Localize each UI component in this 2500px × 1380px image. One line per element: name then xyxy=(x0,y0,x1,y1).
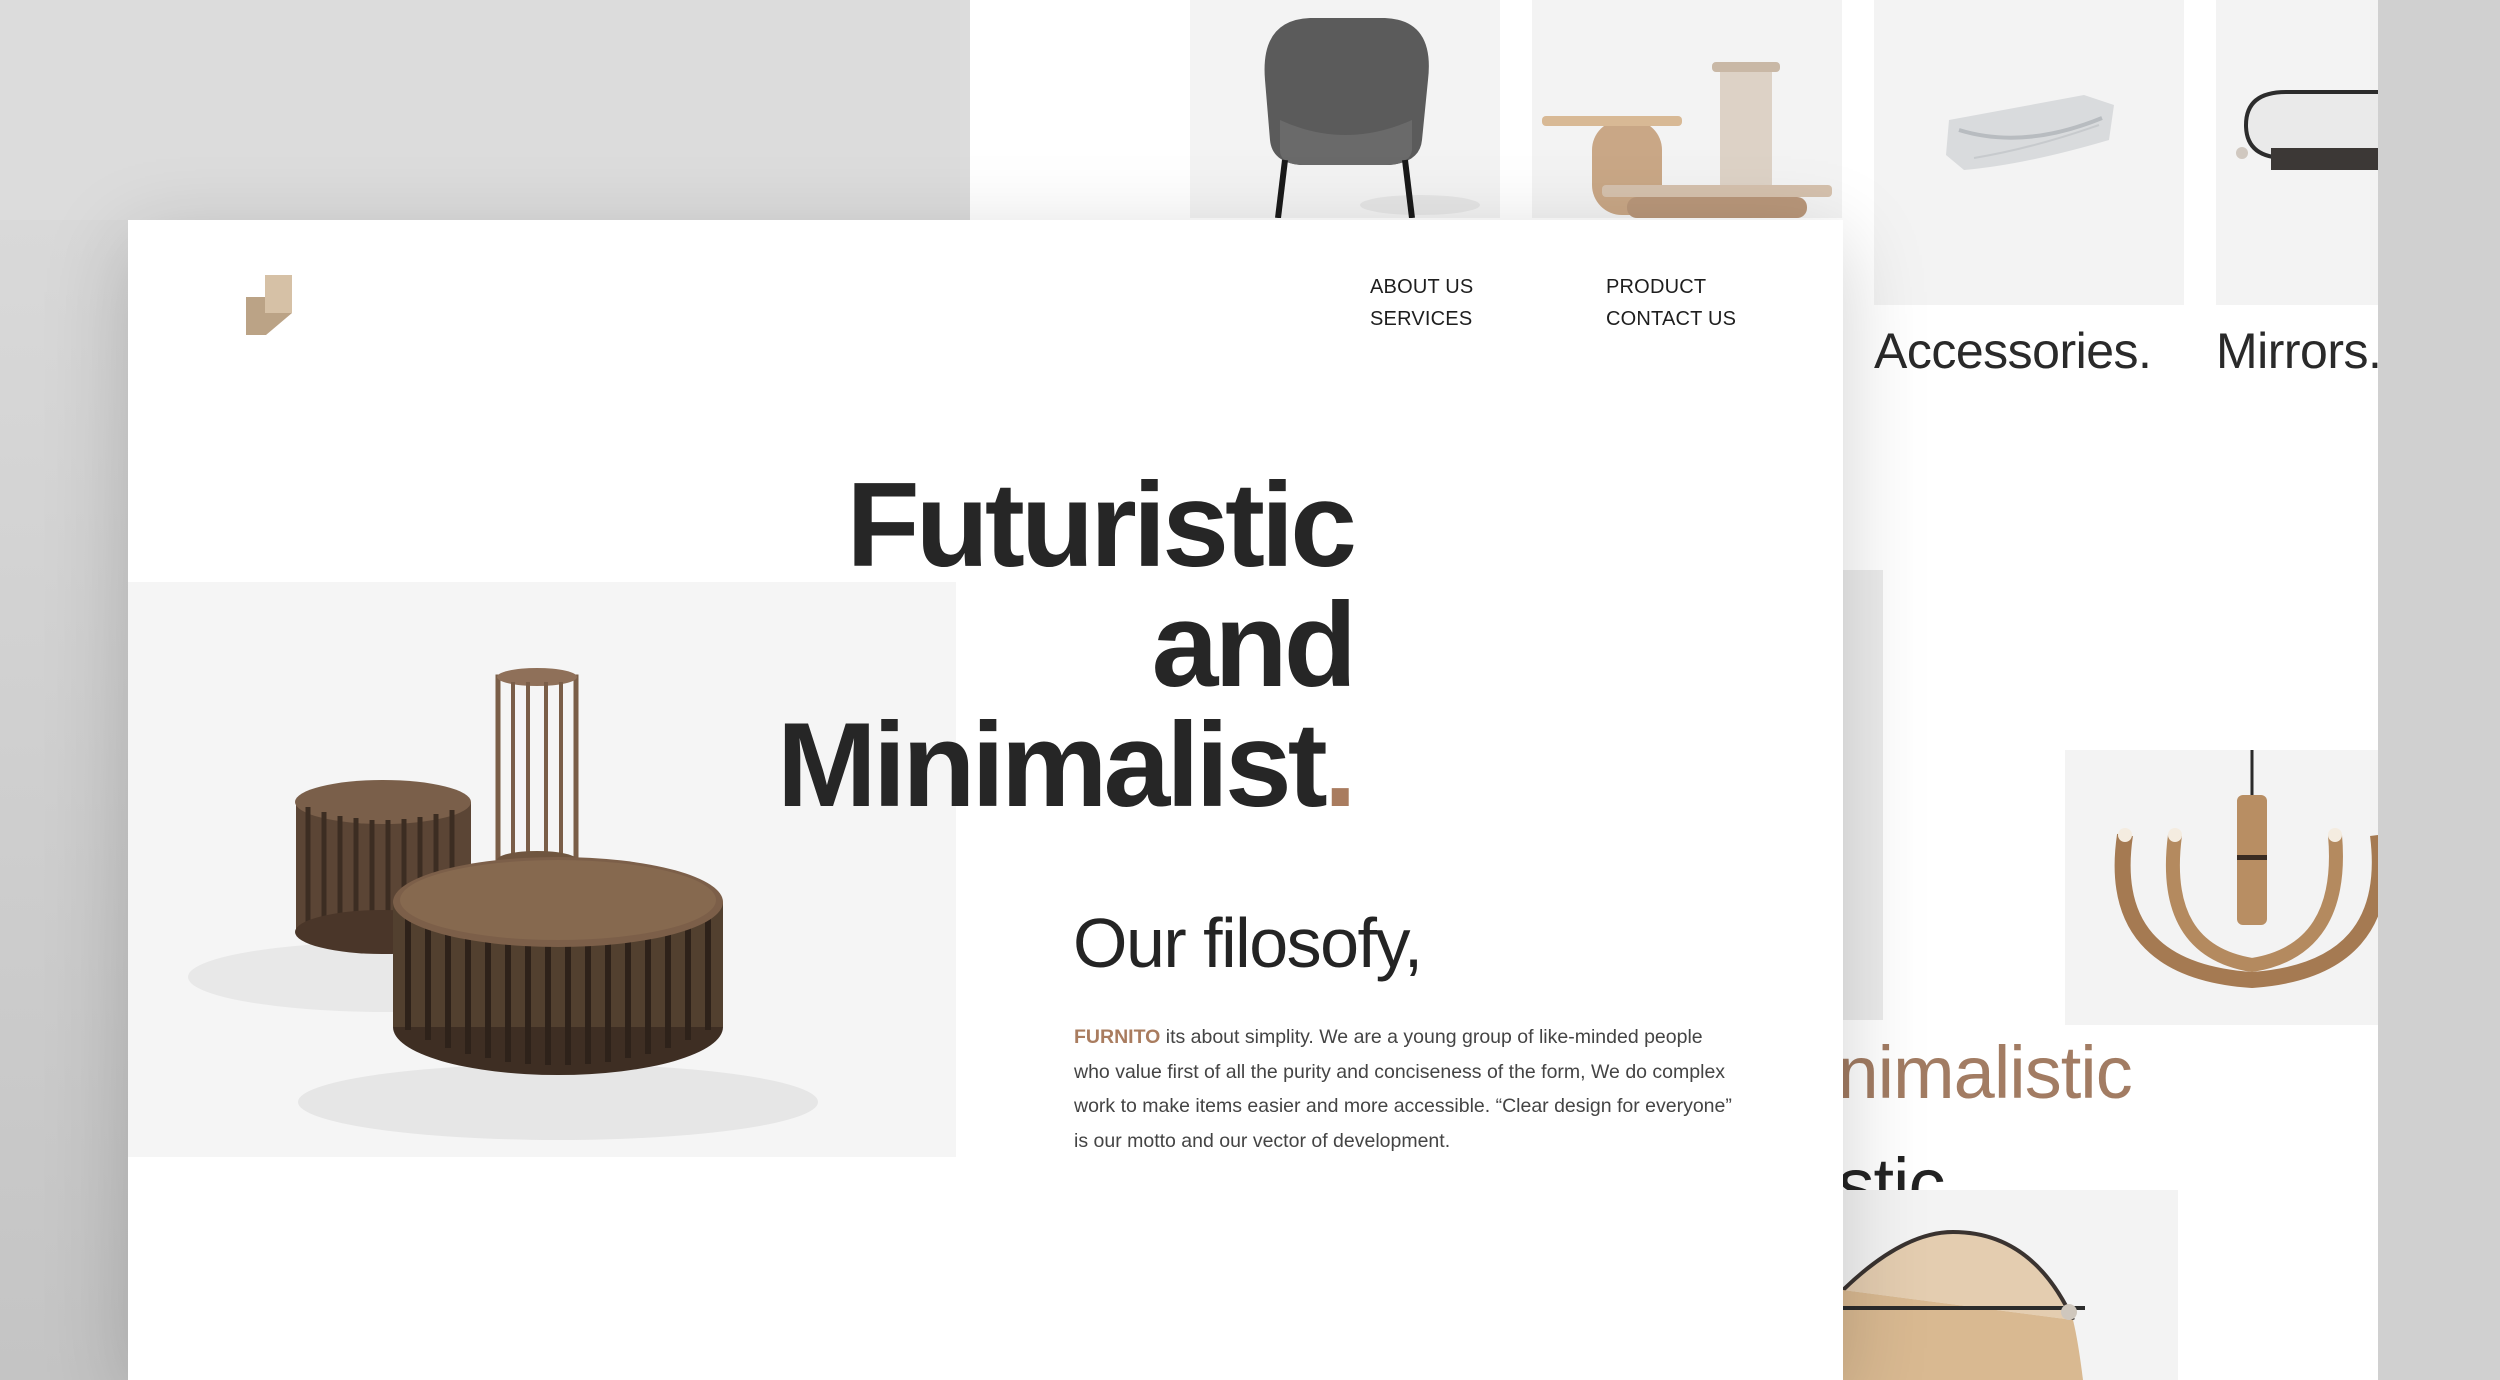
nav-services[interactable]: SERVICES xyxy=(1370,308,1472,331)
background-panel-left xyxy=(0,220,128,1380)
peek-heading-minimalistic: inimalistic xyxy=(1822,1031,2133,1114)
product-thumb-wall-mirror[interactable] xyxy=(1843,1190,2178,1380)
hero-line-and: and xyxy=(1151,578,1357,712)
category-label-mirrors[interactable]: Mirrors. xyxy=(2216,322,2382,380)
nav-about-us[interactable]: ABOUT US xyxy=(1370,276,1473,299)
philosophy-text: its about simplity. We are a young group… xyxy=(1074,1026,1732,1152)
chandelier-image xyxy=(2114,750,2378,989)
product-thumb-chandelier[interactable] xyxy=(2065,750,2378,1025)
hero-word-minimalist: Minimalist xyxy=(776,698,1328,832)
product-thumb-accessory[interactable] xyxy=(1874,0,2184,305)
marble-tray-image xyxy=(1946,95,2114,170)
hero-line-futuristic: Futuristic xyxy=(846,458,1357,592)
side-tables-image xyxy=(1542,62,1832,218)
nav-product[interactable]: PRODUCT xyxy=(1606,276,1706,299)
product-thumb-chair[interactable] xyxy=(1190,0,1500,218)
background-panel-right xyxy=(2378,0,2500,1380)
philosophy-title: Our filosofy, xyxy=(1073,904,1423,982)
product-thumb-mirror[interactable] xyxy=(2216,0,2378,305)
main-landing-card: ABOUT US SERVICES PRODUCT CONTACT US Fut… xyxy=(128,220,1843,1380)
category-label-accessories[interactable]: Accessories. xyxy=(1874,322,2152,380)
background-panel-top-left xyxy=(0,0,970,220)
philosophy-body: FURNITO its about simplity. We are a you… xyxy=(1074,1020,1734,1158)
round-mirror-image xyxy=(1843,1229,2085,1380)
brand-name: FURNITO xyxy=(1074,1026,1161,1048)
product-thumb-side-tables[interactable] xyxy=(1532,0,1842,218)
hero-line-minimalist: Minimalist. xyxy=(428,705,1357,825)
nav-contact-us[interactable]: CONTACT US xyxy=(1606,308,1736,331)
mirror-image xyxy=(2236,90,2378,170)
hero-accent-dot: . xyxy=(1323,698,1357,832)
armchair-image xyxy=(1264,18,1480,218)
peek-card-gray-panel xyxy=(1843,570,1883,1020)
hero-heading: Futuristic and Minimalist. xyxy=(428,458,1357,825)
brand-logo-icon[interactable] xyxy=(246,275,292,335)
